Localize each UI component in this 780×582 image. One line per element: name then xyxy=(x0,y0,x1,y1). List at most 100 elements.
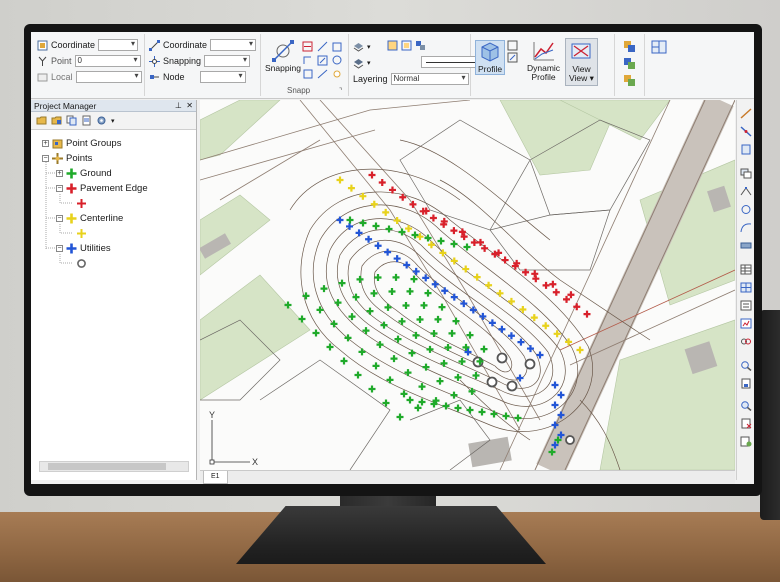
utility-point[interactable] xyxy=(526,345,534,353)
ground-point[interactable] xyxy=(366,307,374,315)
snapping-row[interactable]: Snapping xyxy=(149,54,251,68)
ground-point[interactable] xyxy=(372,362,380,370)
ground-point[interactable] xyxy=(412,331,420,339)
centerline-point[interactable] xyxy=(519,306,527,314)
snap-tool-grid[interactable] xyxy=(301,40,347,80)
ground-point[interactable] xyxy=(444,344,452,351)
ground-point[interactable] xyxy=(426,345,434,353)
ground-point[interactable] xyxy=(320,285,328,293)
utility-point[interactable] xyxy=(551,381,559,389)
line-tool-icon[interactable] xyxy=(740,108,752,119)
folder-icon[interactable] xyxy=(36,115,47,126)
centerline-point[interactable] xyxy=(530,314,538,322)
ground-point[interactable] xyxy=(450,391,458,399)
profile-button[interactable]: Profile xyxy=(475,40,506,75)
centerline-point[interactable] xyxy=(347,184,355,192)
utility-point[interactable] xyxy=(507,332,515,340)
ground-point[interactable] xyxy=(472,372,480,379)
centerline-point[interactable] xyxy=(485,281,493,289)
settings-dropdown-arrow[interactable]: ▾ xyxy=(111,117,115,125)
centerline-point[interactable] xyxy=(473,273,481,281)
centerline-point[interactable] xyxy=(370,200,378,208)
ground-point[interactable] xyxy=(406,396,414,404)
ground-point[interactable] xyxy=(434,315,442,323)
utility-point[interactable] xyxy=(355,229,363,237)
coordinate-combo[interactable] xyxy=(98,39,139,51)
ground-point[interactable] xyxy=(400,390,408,398)
polyline-tool-icon[interactable] xyxy=(740,126,752,137)
pavement-edge-point[interactable] xyxy=(567,291,575,299)
horizontal-scrollbar[interactable] xyxy=(39,461,189,472)
ground-point[interactable] xyxy=(416,316,424,323)
layering-row[interactable]: Layering Normal xyxy=(353,72,469,86)
scrollbar-thumb[interactable] xyxy=(48,463,166,470)
delete-document-icon[interactable] xyxy=(740,418,752,429)
centerline-point[interactable] xyxy=(427,241,435,249)
utility-point[interactable] xyxy=(498,325,506,333)
ground-point[interactable] xyxy=(362,327,370,335)
view-mode-buttons[interactable] xyxy=(387,38,426,52)
ground-point[interactable] xyxy=(436,377,444,385)
local-row[interactable]: Local xyxy=(37,70,142,84)
ground-point[interactable] xyxy=(346,216,354,224)
ground-point[interactable] xyxy=(386,376,394,384)
save-document-icon[interactable] xyxy=(740,378,752,389)
snapp-group-expander[interactable]: ⌝ xyxy=(339,87,342,95)
layering-combo[interactable]: Normal xyxy=(390,73,469,85)
centerline-point[interactable] xyxy=(542,322,550,330)
ground-point[interactable] xyxy=(396,413,404,421)
layer-dropdown-arrow[interactable]: ▾ xyxy=(367,43,371,51)
rotate-icon[interactable] xyxy=(740,204,752,215)
ground-point[interactable] xyxy=(326,343,334,351)
ground-point[interactable] xyxy=(354,371,362,379)
ground-point[interactable] xyxy=(334,299,342,307)
view-button[interactable]: View View ▾ xyxy=(565,38,598,86)
window-tile-icon[interactable] xyxy=(651,40,667,54)
utility-point[interactable] xyxy=(557,391,565,399)
pavement-edge-point[interactable] xyxy=(563,295,571,303)
utility-point[interactable] xyxy=(393,255,401,263)
export-icon[interactable] xyxy=(740,436,752,447)
utility-point[interactable] xyxy=(469,306,477,314)
ground-point[interactable] xyxy=(490,410,498,418)
ground-point[interactable] xyxy=(392,273,400,281)
utility-point[interactable] xyxy=(336,216,344,224)
ground-point[interactable] xyxy=(480,345,488,353)
grid-icon[interactable] xyxy=(740,282,752,293)
layer-stack-arrow[interactable]: ▾ xyxy=(367,59,371,67)
pavement-edge-point[interactable] xyxy=(552,288,560,296)
ground-point[interactable] xyxy=(502,412,510,420)
pavement-edge-point[interactable] xyxy=(378,179,386,187)
close-icon[interactable]: ✕ xyxy=(186,101,193,110)
local-combo[interactable] xyxy=(75,71,142,83)
folder-add-icon[interactable] xyxy=(51,115,62,126)
coordinate-snap-combo[interactable] xyxy=(210,39,257,51)
utility-point[interactable] xyxy=(374,242,382,250)
pavement-edge-point[interactable] xyxy=(470,239,478,247)
pavement-edge-point[interactable] xyxy=(542,281,550,289)
centerline-point[interactable] xyxy=(336,176,344,184)
vehicle-icon[interactable] xyxy=(740,240,752,251)
centerline-point[interactable] xyxy=(382,208,390,216)
ground-point[interactable] xyxy=(302,292,310,300)
pavement-edge-point[interactable] xyxy=(409,200,417,208)
ground-point[interactable] xyxy=(466,331,474,339)
layer-row-2[interactable]: ▾ xyxy=(353,56,371,70)
search-icon[interactable] xyxy=(740,400,752,411)
ground-point[interactable] xyxy=(410,275,418,283)
utility-point[interactable] xyxy=(450,293,458,301)
centerline-point[interactable] xyxy=(507,297,515,305)
pavement-edge-point[interactable] xyxy=(429,214,437,222)
ground-point[interactable] xyxy=(463,243,471,251)
zoom-icon[interactable] xyxy=(740,360,752,371)
utility-point[interactable] xyxy=(431,280,439,288)
link-icon[interactable] xyxy=(740,336,752,347)
utility-point[interactable] xyxy=(412,267,420,275)
utility-point[interactable] xyxy=(441,287,449,295)
ground-point[interactable] xyxy=(312,329,320,337)
centerline-point[interactable] xyxy=(496,289,504,297)
ground-point[interactable] xyxy=(406,287,414,295)
ground-point[interactable] xyxy=(478,408,486,416)
ground-point[interactable] xyxy=(448,329,456,337)
ground-point[interactable] xyxy=(440,359,448,367)
